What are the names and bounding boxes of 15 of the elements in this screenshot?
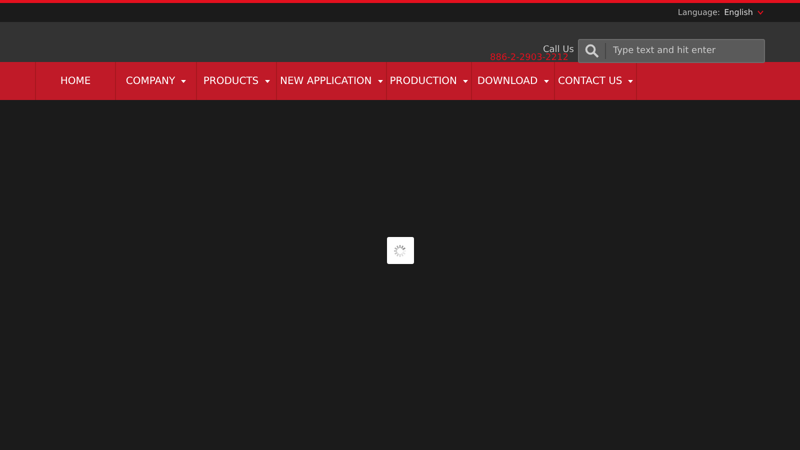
nav-item[interactable]: COMPANY: [115, 62, 196, 100]
nav-item[interactable]: NEW APPLICATION: [276, 62, 386, 100]
call-us-label: Call Us: [543, 45, 574, 55]
nav-item[interactable]: HOME: [35, 62, 115, 100]
search-input[interactable]: Type text and hit enter: [613, 46, 753, 56]
chevron-down-icon: [757, 10, 764, 15]
nav-item[interactable]: CONTACT US: [554, 62, 638, 100]
search-field[interactable]: Type text and hit enter: [578, 39, 765, 63]
search-icon: [585, 44, 599, 58]
language-label: Language:: [678, 8, 720, 17]
nav-item[interactable]: DOWNLOAD: [471, 62, 554, 100]
nav-item[interactable]: PRODUCTION: [386, 62, 472, 100]
language-selector[interactable]: English: [724, 8, 753, 17]
phone-number: 886-2-2903-2212: [490, 53, 568, 63]
nav-item[interactable]: PRODUCTS: [196, 62, 276, 100]
